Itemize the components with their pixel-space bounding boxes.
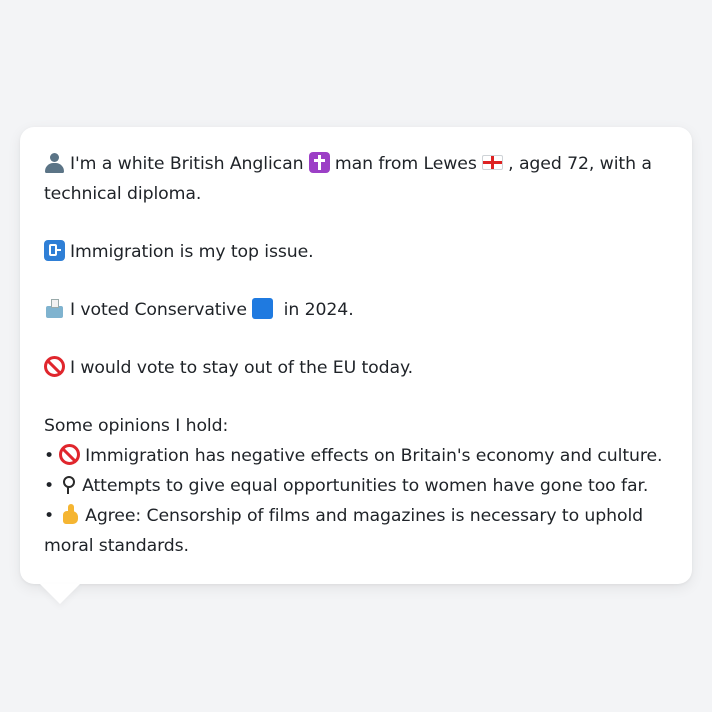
prohibited-icon <box>59 444 81 465</box>
opinion-text: Immigration has negative effects on Brit… <box>85 446 663 466</box>
intro-text-2: man from Lewes <box>334 154 477 174</box>
intro-text-1: I'm a white British Anglican <box>70 154 304 174</box>
prohibited-icon <box>44 356 65 377</box>
opinion-text: Attempts to give equal opportunities to … <box>82 476 649 496</box>
england-flag-icon <box>482 155 504 170</box>
bubble-tail <box>40 584 80 604</box>
vote-text-1: I voted Conservative <box>70 300 247 320</box>
female-sign-icon <box>59 474 77 495</box>
opinions-heading: Some opinions I hold: <box>44 416 229 436</box>
opinion-text: Agree: Censorship of films and magazines… <box>44 506 644 556</box>
top-issue-line: Immigration is my top issue. <box>44 237 668 267</box>
intro-line: I'm a white British Anglican man from Le… <box>44 149 668 209</box>
blue-square-icon <box>252 298 274 319</box>
bullet: • <box>44 476 55 496</box>
vote-line: I voted Conservative in 2024. <box>44 295 668 325</box>
opinion-item: • Attempts to give equal opportunities to… <box>44 471 668 501</box>
vote-text-2: in 2024. <box>283 300 354 320</box>
passport-control-icon <box>44 240 65 261</box>
bullet: • <box>44 446 55 466</box>
opinion-item: • Agree: Censorship of films and magazine… <box>44 501 668 561</box>
thumbs-up-icon <box>59 504 80 525</box>
eu-text: I would vote to stay out of the EU today… <box>70 358 414 378</box>
opinion-item: • Immigration has negative effects on Bri… <box>44 441 668 471</box>
latin-cross-icon <box>308 152 330 173</box>
bullet: • <box>44 506 55 526</box>
bust-in-silhouette-icon <box>44 152 65 173</box>
chat-message-bubble: I'm a white British Anglican man from Le… <box>20 127 692 584</box>
top-issue-text: Immigration is my top issue. <box>70 242 314 262</box>
eu-line: I would vote to stay out of the EU today… <box>44 353 668 383</box>
ballot-box-icon <box>44 298 65 319</box>
